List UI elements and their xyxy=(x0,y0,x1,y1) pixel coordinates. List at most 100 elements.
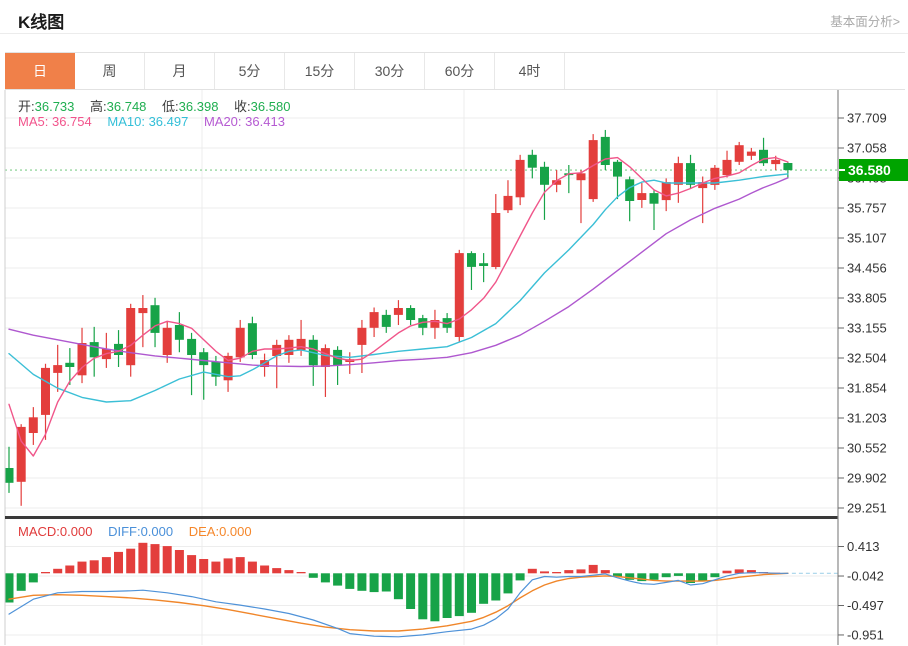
macd-histogram-bar xyxy=(406,573,415,609)
ma5-value: 36.754 xyxy=(52,114,92,129)
macd-histogram-bar xyxy=(90,560,99,573)
macd-histogram-bar xyxy=(723,571,732,574)
candle-body xyxy=(321,348,330,367)
kline-page: K线图 基本面分析> 日 周 月 5分 15分 30分 60分 4时 37.70… xyxy=(0,0,908,646)
ma10-value: 36.497 xyxy=(149,114,189,129)
candle-body xyxy=(662,182,671,200)
candle-body xyxy=(53,365,62,373)
macd-histogram-bar xyxy=(272,568,281,573)
current-price-tag: 36.580 xyxy=(839,159,908,181)
low-label: 低: xyxy=(162,99,179,114)
macd-histogram-bar xyxy=(516,573,525,580)
y-axis-tick-label: 37.709 xyxy=(847,111,887,126)
candle-body xyxy=(175,325,184,340)
ma-readout: MA5: 36.754 MA10: 36.497 MA20: 36.413 xyxy=(18,114,297,129)
candle-body xyxy=(394,308,403,315)
ohlc-readout: 开:36.733 高:36.748 低:36.398 收:36.580 xyxy=(18,96,302,115)
candle-body xyxy=(236,328,245,358)
candle-body xyxy=(455,253,464,337)
macd-histogram-bar xyxy=(443,573,452,618)
high-label: 高: xyxy=(90,99,107,114)
macd-histogram-bar xyxy=(564,570,573,573)
candle-body xyxy=(637,193,646,200)
macd-histogram-bar xyxy=(674,573,683,576)
y-axis-tick-label: 30.552 xyxy=(847,441,887,456)
candle-body xyxy=(138,308,147,313)
low-value: 36.398 xyxy=(179,99,219,114)
macd-histogram-bar xyxy=(199,559,208,573)
candle-body xyxy=(686,163,695,185)
macd-histogram-bar xyxy=(175,550,184,573)
close-value: 36.580 xyxy=(251,99,291,114)
macd-histogram-bar xyxy=(126,549,135,574)
macd-histogram-bar xyxy=(17,573,26,591)
dea-label: DEA: xyxy=(189,524,219,539)
candle-body xyxy=(735,145,744,162)
candle-body xyxy=(370,312,379,328)
candle-body xyxy=(516,160,525,197)
candle-body xyxy=(17,427,26,482)
macd-histogram-bar xyxy=(479,573,488,604)
ma5-label: MA5: xyxy=(18,114,48,129)
macd-histogram-bar xyxy=(78,562,87,574)
macd-histogram-bar xyxy=(710,573,719,577)
candle-body xyxy=(650,193,659,204)
macd-label: MACD: xyxy=(18,524,60,539)
macd-histogram-bar xyxy=(114,552,123,573)
macd-histogram-bar xyxy=(236,557,245,573)
candle-body xyxy=(540,167,549,185)
macd-histogram-bar xyxy=(29,573,38,582)
candle-body xyxy=(589,140,598,199)
diff-label: DIFF: xyxy=(108,524,141,539)
candle-body xyxy=(504,196,513,210)
candle-body xyxy=(382,315,391,327)
candle-body xyxy=(783,163,792,170)
macd-histogram-bar xyxy=(53,569,62,574)
candle-body xyxy=(41,368,50,415)
y-axis-tick-label: 31.854 xyxy=(847,381,887,396)
macd-histogram-bar xyxy=(357,573,366,591)
macd-histogram-bar xyxy=(504,573,513,593)
candle-body xyxy=(65,363,74,367)
high-value: 36.748 xyxy=(107,99,147,114)
candle-body xyxy=(406,308,415,320)
y-axis-tick-label: 31.203 xyxy=(847,411,887,426)
macd-histogram-bar xyxy=(297,572,306,573)
ma20-line xyxy=(9,178,788,367)
dea-value: 0.000 xyxy=(219,524,252,539)
macd-histogram-bar xyxy=(260,566,269,574)
candle-body xyxy=(199,352,208,365)
candle-body xyxy=(747,152,756,156)
candle-body xyxy=(613,162,622,177)
macd-histogram-bar xyxy=(309,573,318,578)
macd-histogram-bar xyxy=(41,572,50,573)
candle-body xyxy=(467,253,476,267)
macd-histogram-bar xyxy=(650,573,659,580)
candle-body xyxy=(674,163,683,185)
macd-histogram-bar xyxy=(151,544,160,573)
y-axis-tick-label: 33.155 xyxy=(847,321,887,336)
macd-histogram-bar xyxy=(528,569,537,574)
open-value: 36.733 xyxy=(35,99,75,114)
ma20-value: 36.413 xyxy=(245,114,285,129)
diff-value: 0.000 xyxy=(141,524,174,539)
y-axis-tick-label: 37.058 xyxy=(847,141,887,156)
close-label: 收: xyxy=(234,99,251,114)
macd-histogram-bar xyxy=(248,562,257,574)
macd-histogram-bar xyxy=(552,572,561,573)
y-axis-tick-label: 33.805 xyxy=(847,291,887,306)
macd-histogram-bar xyxy=(284,570,293,573)
y-axis-tick-label: -0.951 xyxy=(847,627,884,642)
candle-body xyxy=(357,328,366,345)
macd-histogram-bar xyxy=(138,543,147,574)
macd-histogram-bar xyxy=(394,573,403,599)
candle-body xyxy=(479,263,488,266)
macd-value: 0.000 xyxy=(60,524,93,539)
macd-histogram-bar xyxy=(577,569,586,573)
macd-histogram-bar xyxy=(65,566,74,574)
macd-histogram-bar xyxy=(345,573,354,589)
y-axis-tick-label: 34.456 xyxy=(847,261,887,276)
ma10-label: MA10: xyxy=(107,114,145,129)
y-axis-tick-label: 35.107 xyxy=(847,231,887,246)
y-axis-tick-label: -0.497 xyxy=(847,598,884,613)
